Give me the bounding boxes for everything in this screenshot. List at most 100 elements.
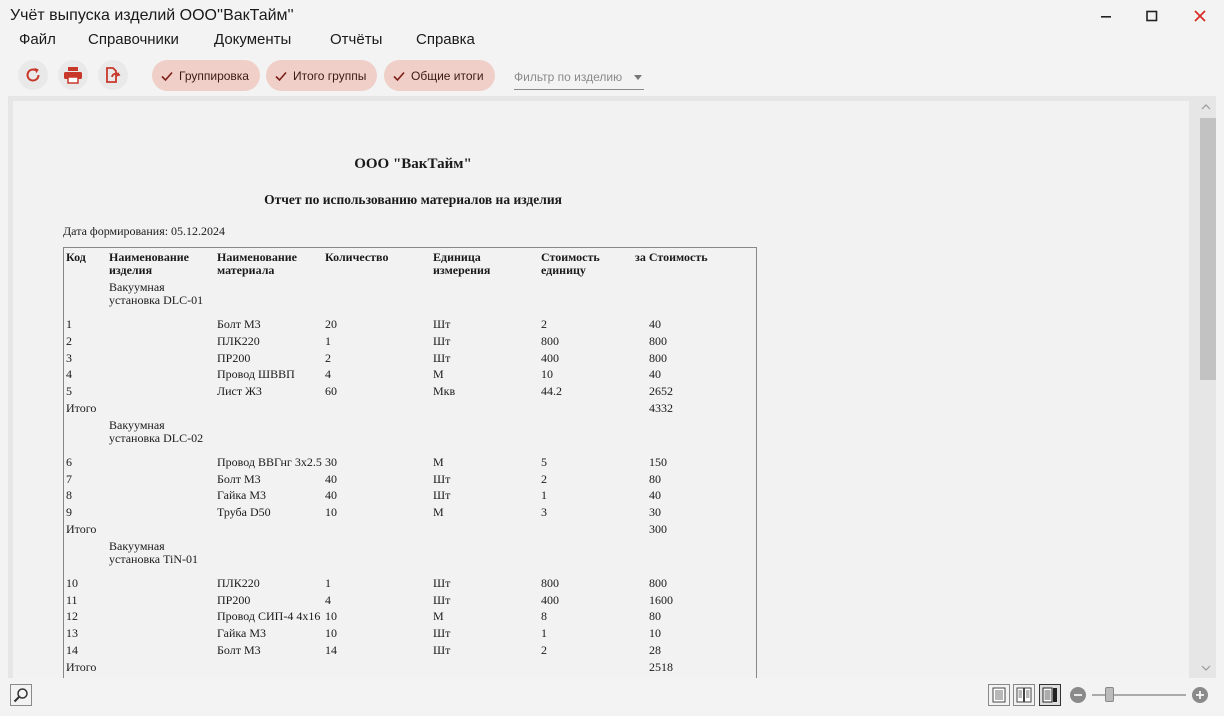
report-viewer[interactable]: ООО "ВакТайм" Отчет по использованию мат… [8, 96, 1216, 678]
cell-code: 14 [66, 643, 78, 657]
product-filter-placeholder: Фильтр по изделию [514, 70, 623, 84]
cell-code: 8 [66, 488, 72, 503]
cell-cost: 80 [649, 609, 661, 624]
cell-unit: М [433, 505, 444, 520]
col-product-name-header: Наименование изделия [109, 250, 189, 277]
zoom-out-button[interactable] [1070, 687, 1086, 703]
group-product-name: Вакуумная установка TiN-01 [109, 538, 199, 566]
cell-material: ПР200 [217, 350, 251, 365]
cell-material: Гайка М3 [217, 626, 267, 641]
grand-totals-toggle[interactable]: Общие итоги [384, 60, 495, 91]
refresh-button[interactable] [18, 60, 48, 90]
export-icon [106, 67, 121, 83]
col-unit-header: Единица измерения [433, 250, 491, 277]
cell-cost: 150 [649, 454, 667, 469]
cell-cost: 80 [649, 471, 661, 486]
cell-unit-cost: 1 [541, 488, 547, 503]
cell-cost: 40 [649, 317, 661, 331]
cell-quantity: 10 [325, 505, 337, 520]
cell-unit-cost: 10 [541, 367, 553, 382]
maximize-button[interactable] [1128, 0, 1176, 32]
cell-unit: Шт [433, 643, 451, 657]
cell-quantity: 2 [325, 350, 331, 365]
cell-unit: Мкв [433, 384, 456, 399]
cell-unit: Шт [433, 626, 451, 641]
grouping-label: Группировка [179, 68, 249, 83]
cell-unit: М [433, 454, 444, 469]
scrollbar-thumb[interactable] [1200, 118, 1216, 380]
cell-material: Болт М3 [217, 643, 261, 657]
cell-quantity: 10 [325, 626, 337, 641]
cell-material: Провод ШВВП [217, 367, 295, 382]
cell-material: Провод СИП-4 4х16 [217, 609, 321, 624]
menu-help[interactable]: Справка [416, 31, 475, 48]
cell-unit-cost: 5 [541, 454, 547, 469]
col-quantity-header: Количество [325, 250, 389, 264]
group-total-label: Итого [66, 659, 97, 674]
minimize-button[interactable] [1082, 0, 1130, 32]
cell-cost: 1600 [649, 592, 673, 607]
cell-material: ПЛК220 [217, 575, 260, 590]
cell-quantity: 4 [325, 592, 331, 607]
cell-code: 5 [66, 384, 72, 399]
cell-unit-cost: 8 [541, 609, 547, 624]
cell-cost: 800 [649, 575, 667, 590]
cell-unit: Шт [433, 575, 451, 590]
scroll-down-icon[interactable] [1201, 664, 1211, 672]
scroll-up-icon[interactable] [1201, 103, 1211, 111]
cell-code: 6 [66, 454, 72, 469]
zoom-slider-thumb[interactable] [1104, 687, 1114, 702]
cell-cost: 800 [649, 350, 667, 365]
menu-reports[interactable]: Отчёты [330, 31, 382, 48]
close-icon [1194, 10, 1206, 22]
group-total-label: Итого [66, 522, 97, 536]
group-total-value: 2518 [649, 659, 673, 674]
refresh-icon [26, 67, 40, 82]
cell-unit-cost: 2 [541, 317, 547, 331]
menu-references[interactable]: Справочники [88, 31, 179, 48]
cell-unit-cost: 800 [541, 575, 559, 590]
cell-unit-cost: 400 [541, 592, 559, 607]
two-page-view-button[interactable] [1013, 684, 1035, 706]
cell-unit: Шт [433, 592, 451, 607]
cell-unit: Шт [433, 333, 451, 348]
single-page-view-button[interactable] [988, 684, 1010, 706]
cell-code: 4 [66, 367, 72, 382]
plus-icon [1196, 691, 1204, 699]
search-button[interactable] [10, 684, 32, 706]
search-icon [13, 688, 28, 703]
cell-material: ПЛК220 [217, 333, 260, 348]
cell-quantity: 10 [325, 609, 337, 624]
cell-material: Гайка М3 [217, 488, 267, 503]
grouping-toggle[interactable]: Группировка [152, 60, 260, 91]
cell-unit-cost: 44.2 [541, 384, 562, 399]
export-button[interactable] [98, 60, 128, 90]
cell-quantity: 14 [325, 643, 337, 657]
cell-cost: 30 [649, 505, 661, 520]
cell-cost: 28 [649, 643, 661, 657]
cell-cost: 800 [649, 333, 667, 348]
cell-code: 7 [66, 471, 72, 486]
cell-quantity: 1 [325, 575, 331, 590]
group-totals-toggle[interactable]: Итого группы [266, 60, 378, 91]
print-button[interactable] [58, 60, 88, 90]
cell-unit-cost: 800 [541, 333, 559, 348]
cell-cost: 40 [649, 488, 661, 503]
status-bar [0, 682, 1224, 716]
scroll-view-button[interactable] [1039, 684, 1061, 706]
cell-code: 13 [66, 626, 78, 641]
cell-code: 9 [66, 505, 72, 520]
cell-unit: Шт [433, 350, 451, 365]
menu-file[interactable]: Файл [19, 31, 56, 48]
cell-unit: Шт [433, 488, 451, 503]
vertical-scrollbar[interactable] [1194, 96, 1216, 678]
product-filter-select[interactable]: Фильтр по изделию [514, 70, 644, 90]
col-unit-cost-header: Стоимость единицу [541, 250, 600, 277]
minus-icon [1074, 694, 1082, 696]
menu-documents[interactable]: Документы [214, 31, 291, 48]
close-button[interactable] [1176, 0, 1224, 32]
cell-quantity: 30 [325, 454, 337, 469]
group-total-value: 4332 [649, 401, 673, 415]
zoom-in-button[interactable] [1192, 687, 1208, 703]
cell-code: 3 [66, 350, 72, 365]
